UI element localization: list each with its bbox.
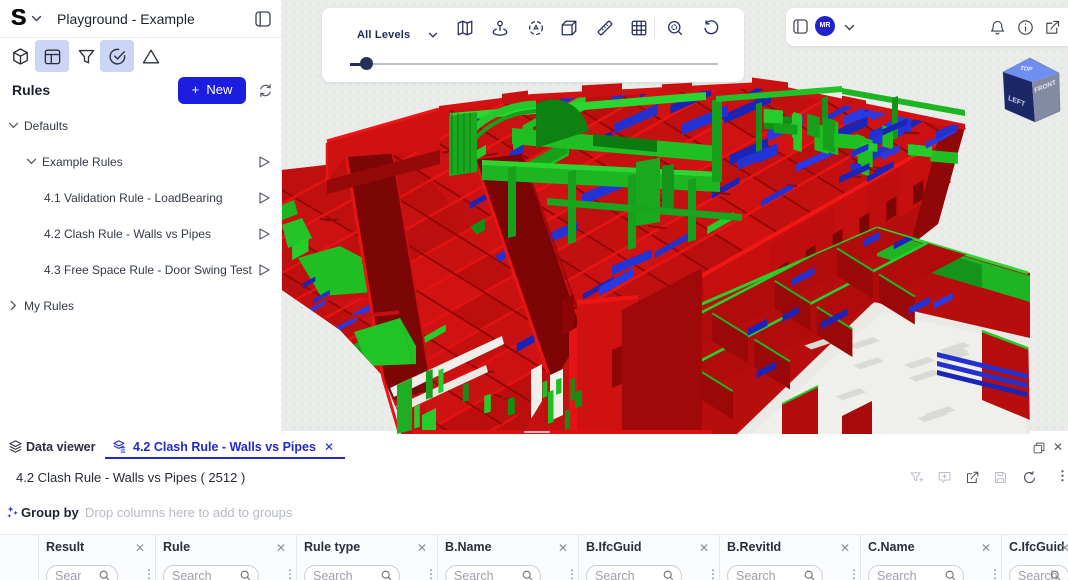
svg-text:TOP: TOP [1019,65,1034,73]
